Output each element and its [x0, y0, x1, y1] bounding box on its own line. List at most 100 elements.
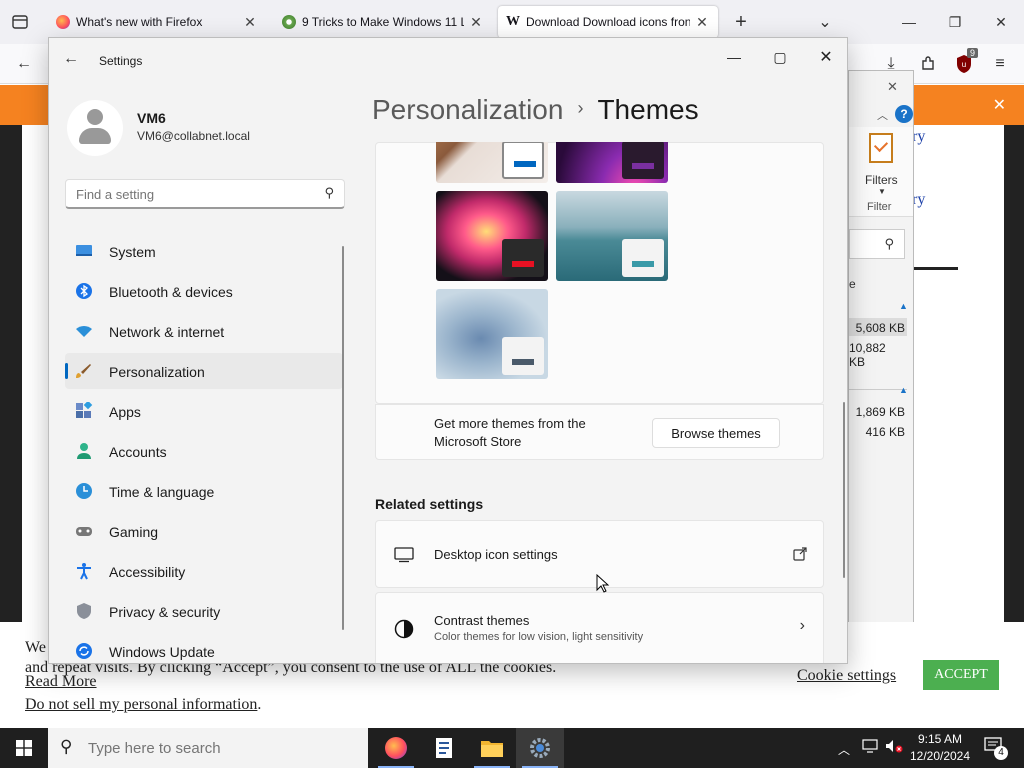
- avatar[interactable]: [67, 100, 123, 156]
- volume-muted-icon[interactable]: [885, 739, 903, 756]
- shield-icon: [77, 603, 91, 619]
- close-icon[interactable]: ✕: [978, 0, 1024, 44]
- do-not-sell-link[interactable]: Do not sell my personal information: [25, 696, 257, 713]
- sidebar-item-accessibility[interactable]: Accessibility: [65, 553, 343, 589]
- monitor-icon: [76, 245, 92, 256]
- theme-thumbnail[interactable]: [556, 191, 668, 281]
- close-tab-icon[interactable]: ✕: [468, 14, 484, 31]
- ublock-origin-icon[interactable]: u 9: [952, 48, 978, 76]
- sidebar-item-personalization[interactable]: Personalization: [65, 353, 343, 389]
- tab-title: Download Download icons fron: [526, 15, 690, 29]
- contrast-themes-link[interactable]: Contrast themes Color themes for low vis…: [375, 592, 824, 663]
- taskbar-search[interactable]: ⚲: [48, 728, 368, 768]
- theme-thumbnail[interactable]: [436, 289, 548, 379]
- sidebar-item-label: System: [109, 244, 156, 260]
- taskbar-settings[interactable]: [516, 728, 564, 768]
- search-icon[interactable]: ⚲: [324, 185, 334, 201]
- restore-icon[interactable]: ❐: [932, 0, 978, 44]
- collapse-caret-icon[interactable]: ▲: [899, 301, 908, 311]
- read-more-link[interactable]: Read More: [25, 673, 97, 691]
- close-icon[interactable]: ✕: [887, 79, 898, 95]
- show-hidden-icons-icon[interactable]: ︿: [838, 741, 850, 758]
- search-input[interactable]: [66, 180, 306, 208]
- file-size: 1,869 KB: [855, 405, 905, 419]
- file-explorer-window: ✕ ︿ ? Filters ▼ Filter ⚲ e ▲ 5,608 KB 10…: [848, 70, 914, 664]
- theme-thumbnail[interactable]: [436, 191, 548, 281]
- accessibility-icon: [77, 563, 91, 580]
- theme-preview-badge: [502, 337, 544, 375]
- related-title: Contrast themes: [434, 613, 530, 628]
- tab-whats-new-firefox[interactable]: What's new with Firefox ✕: [48, 6, 266, 38]
- cookie-settings-link[interactable]: Cookie settings: [797, 667, 896, 685]
- notifications-icon[interactable]: 4: [984, 737, 1008, 760]
- hamburger-menu-icon[interactable]: ≡: [988, 52, 1012, 76]
- sidebar-item-apps[interactable]: Apps: [65, 393, 343, 429]
- close-notification-icon[interactable]: ✕: [993, 95, 1006, 115]
- chevron-up-icon[interactable]: ︿: [877, 107, 888, 123]
- tab-title: What's new with Firefox: [76, 15, 203, 29]
- sidebar-item-bluetooth[interactable]: Bluetooth & devices: [65, 273, 343, 309]
- notification-count-badge: 4: [994, 746, 1008, 760]
- paintbrush-icon: [76, 364, 91, 378]
- back-arrow-icon[interactable]: ←: [12, 52, 36, 76]
- file-size: 10,882 KB: [849, 341, 886, 369]
- explorer-search-box[interactable]: ⚲: [849, 229, 905, 259]
- accent-bar: [632, 163, 654, 169]
- firefox-view-icon[interactable]: [0, 0, 40, 44]
- dropdown-arrow-icon[interactable]: ▼: [878, 187, 886, 196]
- clock[interactable]: 9:15 AM 12/20/2024: [905, 731, 975, 765]
- network-icon[interactable]: [862, 739, 878, 756]
- search-icon: ⚲: [884, 236, 894, 251]
- filters-icon[interactable]: [869, 133, 893, 163]
- settings-window: ← Settings — ▢ ✕ VM6 VM6@collabnet.local…: [48, 37, 848, 664]
- sidebar-item-network[interactable]: Network & internet: [65, 313, 343, 349]
- page-title: Themes: [597, 94, 699, 125]
- back-arrow-icon[interactable]: ←: [63, 50, 79, 68]
- windows-logo-icon: [16, 740, 32, 756]
- taskbar-document-app[interactable]: [420, 728, 468, 768]
- accept-button[interactable]: ACCEPT: [923, 660, 999, 690]
- get-more-themes-text: Get more themes from the Microsoft Store: [434, 416, 586, 449]
- sidebar-item-windows-update[interactable]: Windows Update: [65, 633, 343, 663]
- clock-time: 9:15 AM: [917, 732, 963, 746]
- theme-preview-badge: [622, 142, 664, 179]
- extensions-icon[interactable]: [916, 52, 940, 76]
- search-icon: ⚲: [60, 737, 73, 756]
- sidebar-item-accounts[interactable]: Accounts: [65, 433, 343, 469]
- theme-thumbnail[interactable]: [436, 142, 548, 183]
- column-fragment: e: [849, 277, 856, 291]
- taskbar-firefox[interactable]: [372, 728, 420, 768]
- apps-icon: [76, 402, 93, 418]
- file-size: 416 KB: [865, 425, 905, 439]
- close-tab-icon[interactable]: ✕: [242, 14, 258, 31]
- start-button[interactable]: [0, 728, 48, 768]
- site-favicon-icon: [282, 15, 296, 29]
- sidebar-item-gaming[interactable]: Gaming: [65, 513, 343, 549]
- breadcrumb-parent[interactable]: Personalization: [372, 94, 563, 125]
- sidebar-item-system[interactable]: System: [65, 233, 343, 269]
- taskbar-file-explorer[interactable]: [468, 728, 516, 768]
- tab-windows-tricks[interactable]: 9 Tricks to Make Windows 11 Lo ✕: [274, 6, 492, 38]
- theme-thumbnail[interactable]: [556, 142, 668, 183]
- chevron-right-icon: ›: [799, 617, 805, 634]
- related-settings-heading: Related settings: [375, 496, 484, 512]
- minimize-icon[interactable]: —: [711, 42, 757, 72]
- help-icon[interactable]: ?: [895, 105, 913, 123]
- sidebar-item-time-language[interactable]: Time & language: [65, 473, 343, 509]
- close-tab-icon[interactable]: ✕: [694, 14, 710, 31]
- firefox-favicon-icon: [56, 15, 70, 29]
- collapse-caret-icon[interactable]: ▲: [899, 385, 908, 395]
- sidebar-item-privacy-security[interactable]: Privacy & security: [65, 593, 343, 629]
- tab-download-icons[interactable]: W Download Download icons fron ✕: [498, 6, 718, 38]
- close-icon[interactable]: ✕: [803, 42, 847, 72]
- search-input[interactable]: [88, 728, 358, 768]
- maximize-icon[interactable]: ▢: [757, 42, 803, 72]
- minimize-icon[interactable]: —: [886, 0, 932, 44]
- browse-themes-button[interactable]: Browse themes: [652, 418, 780, 448]
- taskbar: ⚲ ︿ 9:15 AM 12/20/2024 4: [0, 728, 1024, 768]
- accent-bar: [512, 359, 534, 365]
- settings-title-bar: ← Settings — ▢ ✕: [49, 38, 847, 84]
- find-setting-search[interactable]: ⚲: [65, 179, 345, 209]
- content-scrollbar[interactable]: [843, 402, 845, 578]
- sidebar-scrollbar[interactable]: [342, 246, 344, 630]
